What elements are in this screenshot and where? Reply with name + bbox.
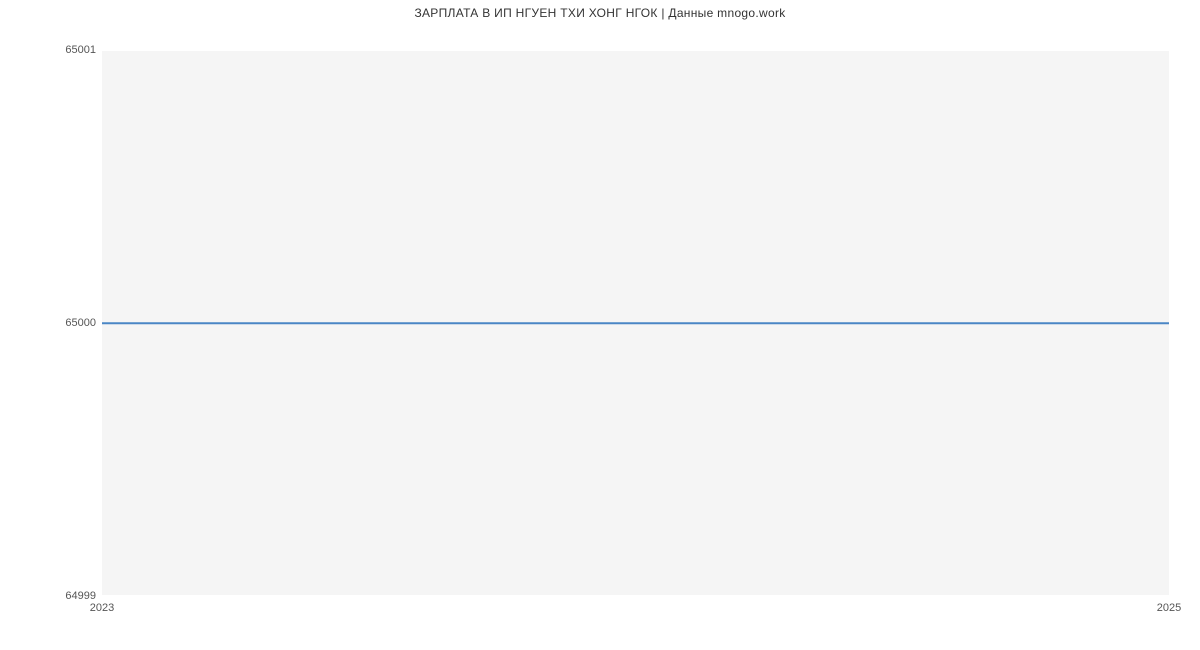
chart-container: ЗАРПЛАТА В ИП НГУЕН ТХИ ХОНГ НГОК | Данн… bbox=[0, 0, 1200, 650]
y-tick-65000: 65000 bbox=[65, 317, 96, 329]
gridline-top bbox=[102, 50, 1169, 51]
gridline-bottom bbox=[102, 595, 1169, 596]
x-tick-2023: 2023 bbox=[90, 602, 114, 614]
chart-title: ЗАРПЛАТА В ИП НГУЕН ТХИ ХОНГ НГОК | Данн… bbox=[0, 0, 1200, 20]
y-tick-65001: 65001 bbox=[65, 44, 96, 56]
data-series-line bbox=[102, 322, 1169, 324]
plot-area bbox=[102, 50, 1169, 596]
x-tick-2025: 2025 bbox=[1157, 602, 1181, 614]
y-tick-64999: 64999 bbox=[65, 590, 96, 602]
